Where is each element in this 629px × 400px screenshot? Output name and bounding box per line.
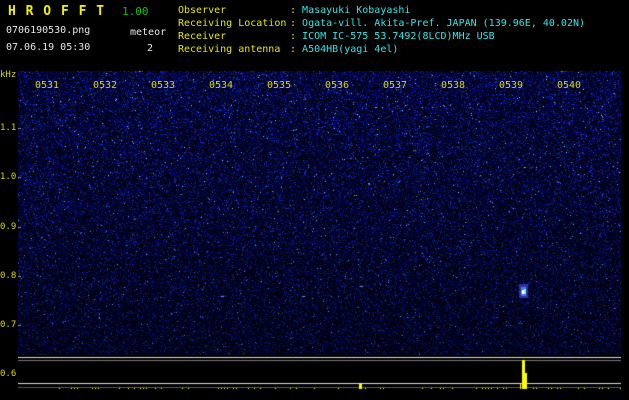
mode-label: meteor [130,27,167,38]
timestamp: 07.06.19 05:30 [6,42,91,53]
freq-axis-label: 0.6 [0,369,17,379]
info-colon: : [290,44,303,55]
info-colon: : [290,5,303,16]
time-axis-label: 0533 [150,80,176,91]
info-row-antenna: Receiving antenna: A504HB(yagi 4el) [178,43,585,56]
info-row-receiver: Receiver: ICOM IC-575 53.7492(8LCD)MHz U… [178,30,585,43]
hrofft-window: H R O F F T 1.00 0706190530.png meteor 0… [0,0,629,400]
freq-axis-label: 0.9 [0,222,17,232]
info-label: Receiver [178,31,227,42]
freq-axis-label: 0.7 [0,320,17,330]
app-version: 1.00 [122,5,149,18]
meteor-count: 2 [147,43,154,54]
freq-axis-unit: kHz [0,70,17,80]
freq-axis-label: 0.8 [0,271,17,281]
info-colon: : [290,31,303,42]
info-label: Receiving antenna [178,44,281,55]
time-axis-label: 0539 [498,80,524,91]
time-axis-label: 0532 [92,80,118,91]
freq-axis-label: 1.1 [0,123,17,133]
app-title: H R O F F T [8,4,106,19]
info-colon: : [290,18,303,29]
info-row-observer: Observer: Masayuki Kobayashi [178,4,585,17]
info-row-location: Receiving Location: Ogata-vill. Akita-Pr… [178,17,585,30]
time-axis-label: 0534 [208,80,234,91]
time-axis-label: 0540 [556,80,582,91]
info-value: ICOM IC-575 53.7492(8LCD)MHz USB [302,31,495,42]
time-axis-label: 0537 [382,80,408,91]
info-value: A504HB(yagi 4el) [302,44,399,55]
observer-info: Observer: Masayuki Kobayashi Receiving L… [178,4,585,56]
info-value: Masayuki Kobayashi [302,5,411,16]
info-label: Observer [178,5,227,16]
time-axis-label: 0538 [440,80,466,91]
filename: 0706190530.png [6,25,91,36]
time-axis-label: 0536 [324,80,350,91]
time-axis-label: 0531 [34,80,60,91]
spectrogram-canvas [18,71,621,391]
info-label: Receiving Location [178,18,287,29]
time-axis-label: 0535 [266,80,292,91]
info-value: Ogata-vill. Akita-Pref. JAPAN (139.96E, … [302,18,586,29]
freq-axis-label: 1.0 [0,172,17,182]
